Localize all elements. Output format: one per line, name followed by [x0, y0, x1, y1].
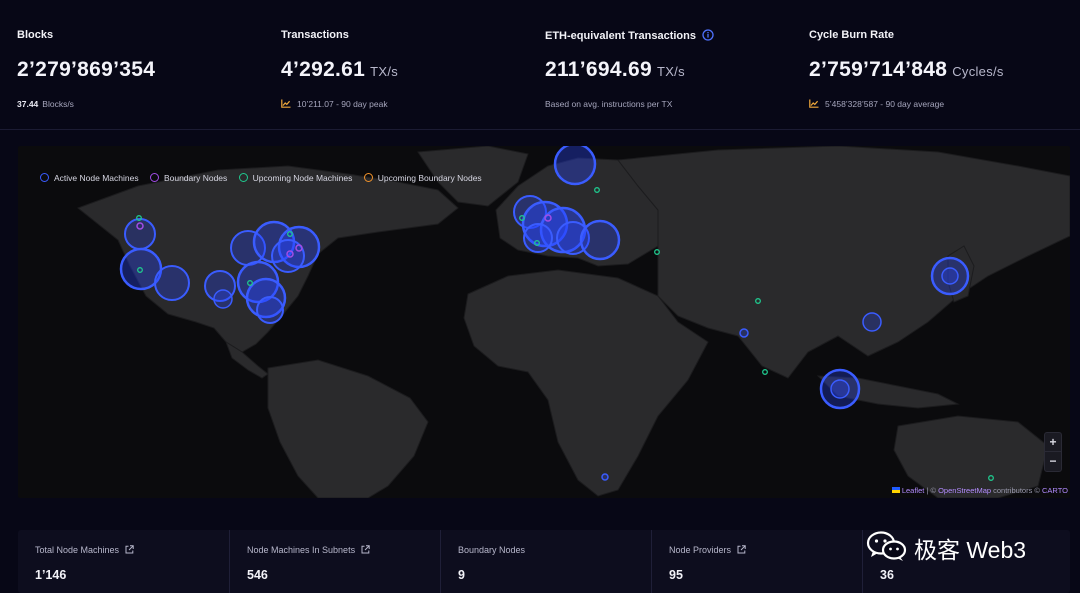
card-label: Node Providers [669, 545, 746, 556]
leaflet-link[interactable]: Leaflet [902, 486, 925, 495]
card-value: 36 [880, 568, 894, 582]
stat-sub: 10’211.07 - 90 day peak [281, 99, 388, 110]
legend-swatch-upcoming [238, 173, 248, 182]
stat-value-number: 211’694.69 [545, 58, 652, 81]
active-node-cluster[interactable] [739, 328, 749, 338]
active-node-cluster[interactable] [213, 289, 233, 309]
stat-transactions: Transactions 4’292.61 TX/s 10’211.07 - 90… [281, 0, 545, 130]
info-icon[interactable] [702, 29, 714, 44]
external-link-icon[interactable] [737, 545, 746, 556]
upcoming-node[interactable] [762, 369, 768, 375]
legend-upcoming-nodes: Upcoming Node Machines [238, 173, 353, 183]
wechat-watermark: 极客 Web3 [866, 528, 1062, 564]
legend-label: Boundary Nodes [163, 173, 228, 183]
zoom-out-button[interactable]: − [1045, 452, 1061, 471]
zoom-control: + − [1044, 432, 1062, 472]
trend-icon [281, 99, 291, 110]
card-value: 546 [247, 568, 268, 582]
active-node-cluster[interactable] [601, 473, 609, 481]
legend-upcoming-boundary-nodes: Upcoming Boundary Nodes [363, 173, 482, 183]
stat-sub: 5’458’328’587 - 90 day average [809, 99, 944, 110]
stat-label-text: ETH-equivalent Transactions [545, 30, 696, 42]
card-node-providers[interactable]: Node Providers 95 [651, 530, 862, 593]
stat-unit: Cycles/s [952, 64, 1004, 79]
legend-swatch-boundary [149, 173, 159, 182]
legend-swatch-upcoming-boundary [363, 173, 373, 182]
active-node-cluster[interactable] [553, 146, 597, 186]
card-total-node-machines[interactable]: Total Node Machines 1’146 [18, 530, 229, 593]
card-boundary-nodes: Boundary Nodes 9 [440, 530, 651, 593]
card-value: 1’146 [35, 568, 67, 582]
map-attribution: Leaflet | © OpenStreetMap contributors ©… [891, 486, 1068, 495]
legend-swatch-active [40, 173, 49, 182]
stat-label: Cycle Burn Rate [809, 29, 894, 41]
legend-label: Active Node Machines [54, 173, 139, 183]
ukraine-flag-icon [891, 487, 900, 493]
map-legend: Active Node Machines Boundary Nodes Upco… [40, 173, 491, 183]
stat-sub: Based on avg. instructions per TX [545, 99, 673, 109]
card-label-text: Total Node Machines [35, 545, 120, 555]
stat-value: 2’759’714’848 Cycles/s [809, 58, 1004, 82]
active-node-cluster[interactable] [523, 223, 553, 253]
carto-link[interactable]: CARTO [1042, 486, 1068, 495]
trend-icon [809, 99, 819, 110]
legend-boundary-nodes: Boundary Nodes [149, 173, 228, 183]
external-link-icon[interactable] [125, 545, 134, 556]
stat-unit: TX/s [370, 64, 399, 79]
card-label: Boundary Nodes [458, 545, 526, 555]
card-label-text: Node Machines In Subnets [247, 545, 356, 555]
stat-label: Blocks [17, 29, 54, 41]
tx-peak-text: 10’211.07 - 90 day peak [297, 99, 388, 109]
external-link-icon[interactable] [361, 545, 370, 556]
stat-unit: TX/s [656, 64, 685, 79]
active-node-cluster[interactable] [154, 265, 190, 301]
stat-blocks: Blocks 2’279’869’354 37.44 Blocks/s [17, 0, 281, 130]
active-node-cluster[interactable] [862, 312, 882, 332]
stat-value-number: 2’279’869’354 [17, 58, 156, 81]
burn-average-text: 5’458’328’587 - 90 day average [825, 99, 945, 109]
stat-value: 4’292.61 TX/s [281, 58, 398, 82]
world-map[interactable] [18, 146, 1070, 498]
card-label: Node Machines In Subnets [247, 545, 370, 556]
attribution-mid: contributors © [991, 486, 1043, 495]
active-node-cluster[interactable] [579, 219, 621, 261]
legend-active-nodes: Active Node Machines [40, 173, 139, 183]
stat-sub: 37.44 Blocks/s [17, 99, 74, 109]
stat-value: 2’279’869’354 [17, 58, 155, 82]
legend-label: Upcoming Boundary Nodes [377, 173, 482, 183]
card-value: 95 [669, 568, 683, 582]
zoom-in-button[interactable]: + [1045, 433, 1061, 452]
blocks-rate-value: 37.44 [17, 99, 39, 109]
card-node-machines-in-subnets[interactable]: Node Machines In Subnets 546 [229, 530, 440, 593]
watermark-text: 极客 Web3 [914, 537, 1027, 563]
attribution-sep: | © [924, 486, 939, 495]
stat-cycle-burn-rate: Cycle Burn Rate 2’759’714’848 Cycles/s 5’… [809, 0, 1073, 130]
stat-value: 211’694.69 TX/s [545, 58, 685, 82]
stat-value-number: 2’759’714’848 [809, 58, 948, 81]
active-node-cluster[interactable] [830, 379, 850, 399]
active-node-cluster[interactable] [256, 296, 284, 324]
card-label: Total Node Machines [35, 545, 134, 556]
stat-label: Transactions [281, 29, 349, 41]
openstreetmap-link[interactable]: OpenStreetMap [938, 486, 991, 495]
blocks-rate-unit: Blocks/s [42, 99, 74, 109]
wechat-logo-icon [866, 530, 908, 568]
card-label-text: Node Providers [669, 545, 732, 555]
legend-label: Upcoming Node Machines [252, 173, 353, 183]
stat-label: ETH-equivalent Transactions [545, 29, 714, 44]
land-south-america [267, 359, 429, 498]
stat-value-number: 4’292.61 [281, 58, 366, 81]
stat-eth-equivalent: ETH-equivalent Transactions 211’694.69 TX… [545, 0, 809, 130]
network-stats: Blocks 2’279’869’354 37.44 Blocks/s Trans… [0, 0, 1080, 130]
active-node-cluster[interactable] [941, 267, 959, 285]
node-map[interactable]: Active Node Machines Boundary Nodes Upco… [18, 146, 1070, 498]
card-value: 9 [458, 568, 465, 582]
